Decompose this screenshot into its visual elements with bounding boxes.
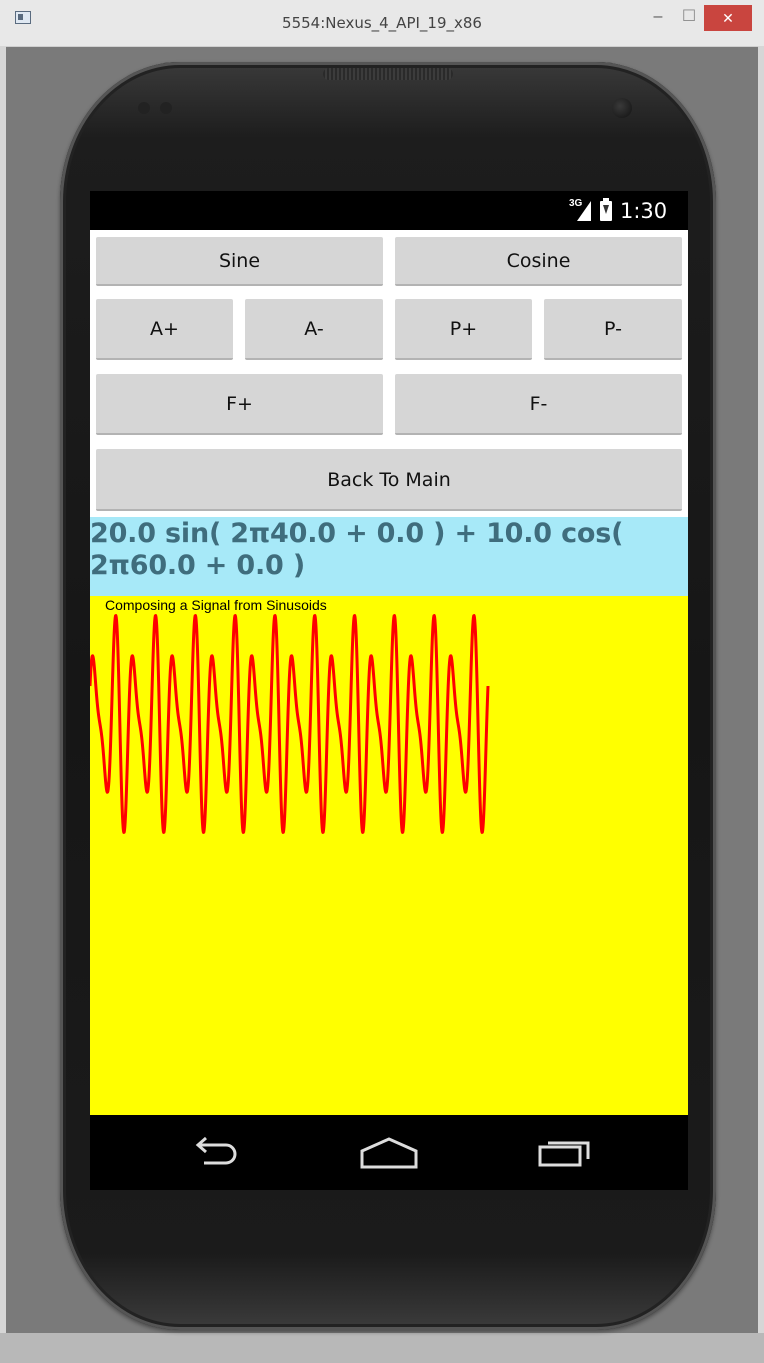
emulator-title-bar: 5554:Nexus_4_API_19_x86 – ☐ ✕	[0, 0, 764, 47]
back-arrow-icon[interactable]	[188, 1133, 240, 1173]
battery-charging-icon	[600, 198, 612, 221]
back-to-main-button[interactable]: Back To Main	[96, 449, 682, 511]
earpiece-speaker	[323, 68, 453, 80]
recent-apps-icon[interactable]	[536, 1133, 596, 1173]
amplitude-decrease-button[interactable]: A-	[245, 299, 383, 360]
sine-button[interactable]: Sine	[96, 237, 383, 286]
status-time: 1:30	[620, 199, 668, 223]
proximity-sensor	[138, 102, 150, 114]
amplitude-increase-button[interactable]: A+	[96, 299, 233, 360]
phase-decrease-button[interactable]: P-	[544, 299, 682, 360]
status-bar: 3G 1:30	[90, 191, 688, 230]
home-icon[interactable]	[358, 1133, 420, 1173]
front-camera	[612, 98, 632, 118]
close-button[interactable]: ✕	[704, 5, 752, 31]
window-frame-left	[0, 46, 6, 1333]
minimize-button[interactable]: –	[645, 5, 671, 31]
signal-plot: Composing a Signal from Sinusoids	[90, 596, 688, 1115]
window-frame-right	[758, 46, 764, 1333]
signal-formula: 20.0 sin( 2π40.0 + 0.0 ) + 10.0 cos( 2π6…	[90, 517, 688, 596]
phase-increase-button[interactable]: P+	[395, 299, 532, 360]
light-sensor	[160, 102, 172, 114]
signal-waveform	[90, 614, 490, 834]
cosine-button[interactable]: Cosine	[395, 237, 682, 286]
plot-title: Composing a Signal from Sinusoids	[105, 597, 327, 613]
navigation-bar	[90, 1115, 688, 1190]
maximize-button[interactable]: ☐	[676, 5, 702, 31]
signal-icon	[577, 201, 591, 221]
frequency-increase-button[interactable]: F+	[96, 374, 383, 435]
signal-plot-canvas	[90, 614, 490, 834]
window-frame-bottom	[0, 1333, 764, 1363]
frequency-decrease-button[interactable]: F-	[395, 374, 682, 435]
device-screen: 3G 1:30 Sine Cosine A+ A- P+ P- F+ F- Ba…	[90, 191, 688, 1190]
